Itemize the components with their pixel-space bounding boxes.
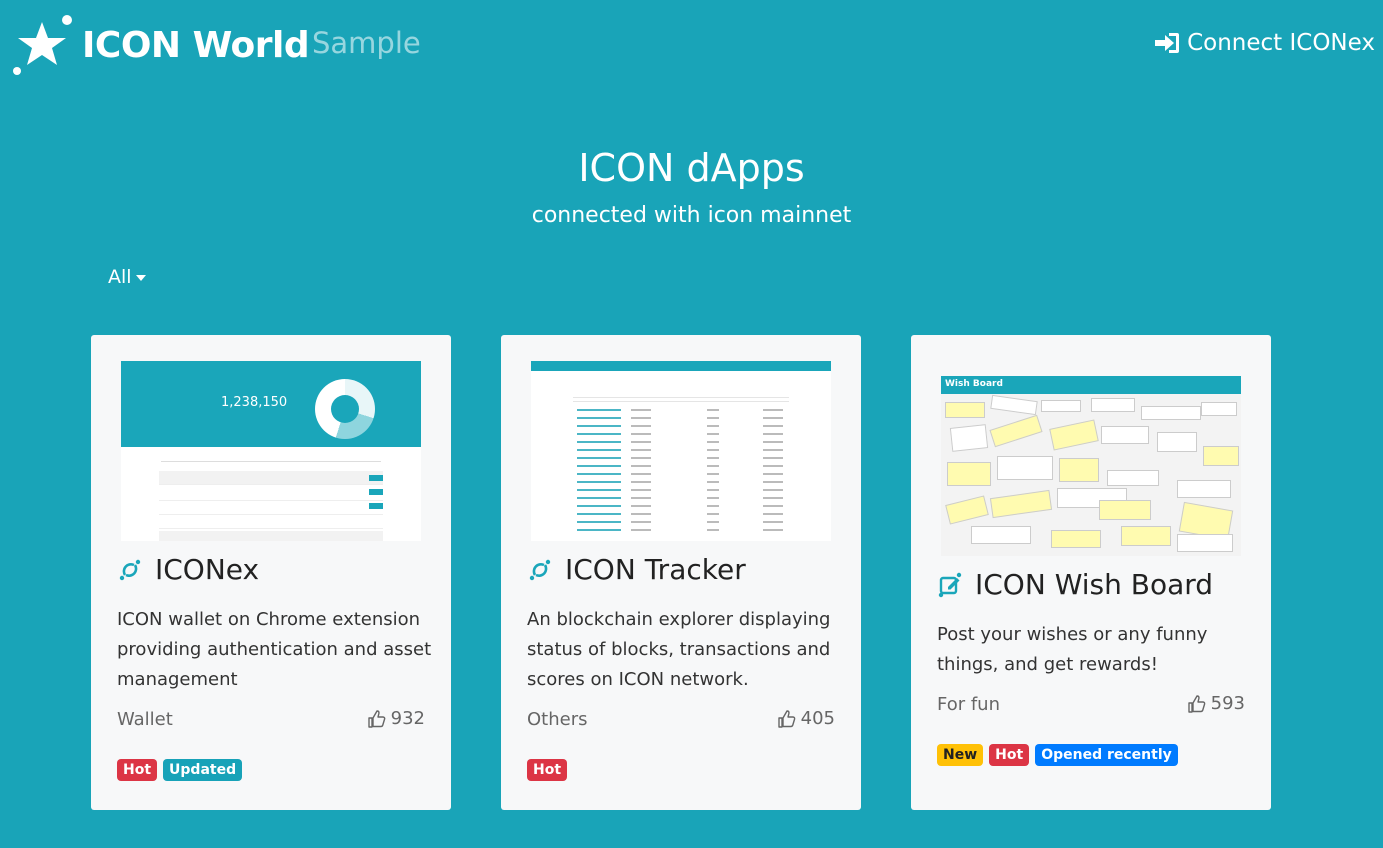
new-badge: New: [937, 744, 984, 766]
thumb-amount: 1,238,150: [221, 395, 288, 410]
page-title: ICON dApps: [578, 146, 805, 190]
like-count: 405: [800, 708, 835, 729]
badge-group: Hot Updated: [117, 759, 243, 781]
caret-down-icon: [135, 275, 146, 281]
thumb-title: Wish Board: [945, 379, 1003, 389]
updated-badge: Updated: [163, 759, 243, 781]
dapp-category: For fun: [937, 694, 1000, 715]
icon-logo-icon: [529, 559, 551, 580]
dapp-thumbnail: [531, 361, 831, 541]
like-button[interactable]: 593: [1187, 693, 1245, 714]
dapp-description: An blockchain explorer displaying status…: [527, 609, 831, 690]
dapp-description: Post your wishes or any funny things, an…: [937, 624, 1208, 675]
dapp-category: Wallet: [117, 709, 173, 730]
brand-name: ICON World: [82, 24, 310, 66]
hot-badge: Hot: [117, 759, 158, 781]
dapp-thumbnail: 1,238,150: [121, 361, 421, 541]
like-button[interactable]: 405: [777, 708, 835, 729]
like-count: 932: [390, 708, 425, 729]
hot-badge: Hot: [989, 744, 1030, 766]
connect-iconex-button[interactable]: Connect ICONex: [1153, 30, 1375, 56]
dapp-card-iconex[interactable]: 1,238,150 ICONex ICON wallet on Chrome e…: [91, 335, 451, 810]
dapp-card-icon-tracker[interactable]: ICON Tracker An blockchain explorer disp…: [501, 335, 861, 810]
thumbs-up-icon: [777, 709, 796, 728]
dapp-title-text: ICONex: [155, 553, 260, 586]
opened-recently-badge: Opened recently: [1035, 744, 1178, 766]
dapp-thumbnail: Wish Board: [941, 376, 1241, 556]
badge-group: Hot: [527, 759, 568, 781]
navbar: ICON World Sample Connect ICONex: [0, 0, 1383, 90]
like-button[interactable]: 932: [367, 708, 425, 729]
dapp-title[interactable]: ICONex: [117, 553, 259, 586]
category-filter-dropdown[interactable]: All: [108, 266, 146, 288]
thumbs-up-icon: [367, 709, 386, 728]
icon-logo-icon: [119, 559, 141, 580]
dapp-title[interactable]: ICON Tracker: [527, 553, 746, 586]
hot-badge: Hot: [527, 759, 568, 781]
thumbs-up-icon: [1187, 694, 1206, 713]
badge-group: New Hot Opened recently: [937, 744, 1178, 766]
connect-label: Connect ICONex: [1187, 30, 1375, 56]
brand-subtitle: Sample: [312, 26, 421, 60]
dapp-description: ICON wallet on Chrome extension providin…: [117, 609, 432, 690]
dapp-category: Others: [527, 709, 588, 730]
brand[interactable]: ICON World: [12, 14, 310, 76]
dapp-card-icon-wish-board[interactable]: Wish Board ICON Wish Board Post your wis…: [911, 335, 1271, 810]
filter-selected-label: All: [108, 266, 132, 288]
like-count: 593: [1210, 693, 1245, 714]
page-subtitle: connected with icon mainnet: [531, 203, 852, 228]
sign-in-icon: [1155, 33, 1180, 53]
dapp-title-text: ICON Wish Board: [975, 568, 1214, 601]
star-logo-icon: [13, 15, 72, 75]
edit-icon: [938, 572, 962, 597]
dapp-title-text: ICON Tracker: [565, 553, 746, 586]
dapp-title[interactable]: ICON Wish Board: [937, 568, 1213, 601]
